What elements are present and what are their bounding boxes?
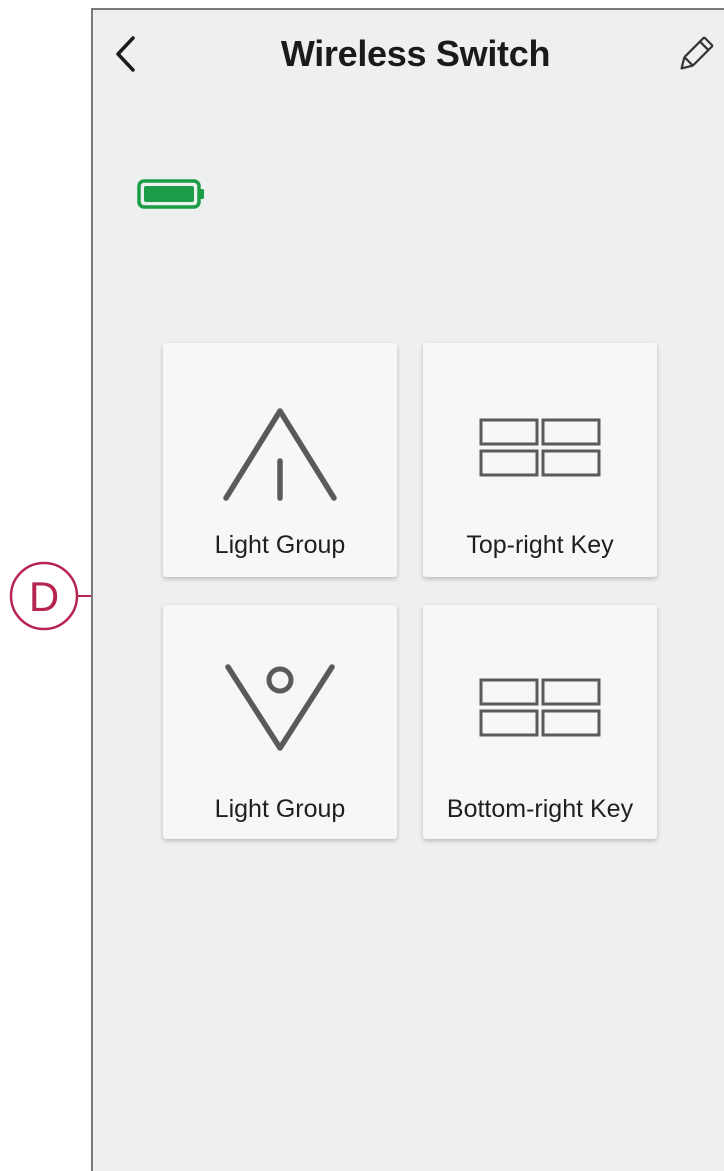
triangle-up-icon xyxy=(223,408,337,501)
tile-label: Bottom-right Key xyxy=(446,795,634,823)
callout-label: D xyxy=(29,573,59,620)
four-key-grid-icon xyxy=(479,418,601,477)
tile-label: Top-right Key xyxy=(466,531,614,559)
back-button[interactable] xyxy=(111,34,141,74)
four-key-grid-icon xyxy=(479,678,601,737)
battery-full-icon xyxy=(137,179,204,209)
tile-label: Light Group xyxy=(214,531,346,559)
page-title: Wireless Switch xyxy=(280,33,551,74)
page: D Wireless Switch Light Group Top-right … xyxy=(0,0,724,1171)
tile-bottom-right-key[interactable]: Bottom-right Key xyxy=(423,605,657,839)
pencil-icon xyxy=(680,36,714,70)
tile-label: Light Group xyxy=(214,795,346,823)
tile-top-right-key[interactable]: Top-right Key xyxy=(423,343,657,577)
tile-light-group-top[interactable]: Light Group xyxy=(163,343,397,577)
edit-button[interactable] xyxy=(675,35,715,75)
chevron-left-icon xyxy=(116,36,135,72)
tile-light-group-bottom[interactable]: Light Group xyxy=(163,605,397,839)
device-screen: Wireless Switch Light Group Top-right Ke… xyxy=(91,8,724,1171)
triangle-down-dot-icon xyxy=(225,664,335,751)
